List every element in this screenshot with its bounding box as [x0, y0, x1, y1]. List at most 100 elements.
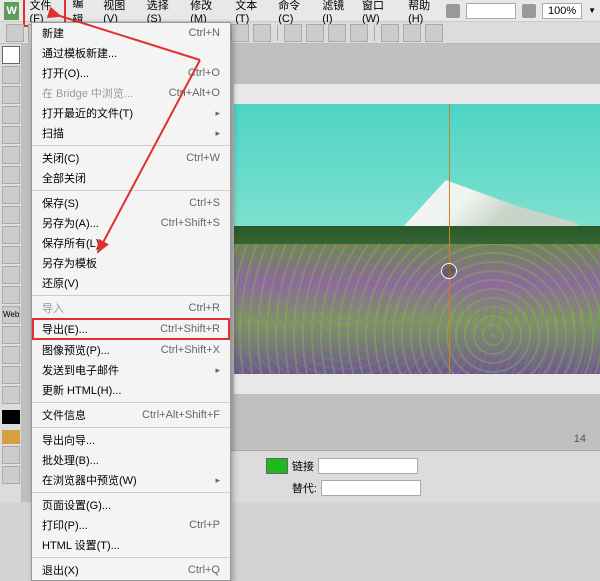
menu-item-label: 发送到电子邮件: [42, 362, 119, 378]
link-input[interactable]: [318, 458, 418, 474]
menu-item[interactable]: 还原(V): [32, 273, 230, 293]
menu-item-label: 更新 HTML(H)...: [42, 382, 121, 398]
menu-item[interactable]: 图像预览(P)...Ctrl+Shift+X: [32, 340, 230, 360]
menu-item[interactable]: 保存所有(L): [32, 233, 230, 253]
menu-filters[interactable]: 滤镜(I): [316, 0, 356, 25]
brush-tool[interactable]: [2, 146, 20, 164]
menu-item-label: 通过模板新建...: [42, 45, 117, 61]
menu-item-label: 另存为模板: [42, 255, 97, 271]
menu-item[interactable]: 页面设置(G)...: [32, 495, 230, 515]
mode-btn[interactable]: [2, 466, 20, 484]
wand-tool[interactable]: [2, 106, 20, 124]
menu-text[interactable]: 文本(T): [229, 0, 272, 25]
canvas[interactable]: [234, 84, 600, 394]
menu-item-shortcut: Ctrl+Alt+O: [169, 87, 220, 99]
menu-item-label: 新建: [42, 25, 64, 41]
menu-item[interactable]: 打开(O)...Ctrl+O: [32, 63, 230, 83]
file-menu-dropdown: 新建 Ctrl+N 通过模板新建... 打开(O)...Ctrl+O 在 Bridge …: [31, 22, 231, 581]
shape-tool[interactable]: [2, 346, 20, 364]
menu-help[interactable]: 帮助(H): [402, 0, 446, 25]
menu-item[interactable]: 退出(X)Ctrl+Q: [32, 560, 230, 580]
tool-btn[interactable]: [6, 24, 24, 42]
eyedropper-tool[interactable]: [2, 366, 20, 384]
menu-item[interactable]: 全部关闭: [32, 168, 230, 188]
menu-select[interactable]: 选择(S): [141, 0, 184, 25]
tool-btn[interactable]: [403, 24, 421, 42]
menu-item[interactable]: 扫描: [32, 123, 230, 143]
color-swatch[interactable]: [266, 458, 288, 474]
menu-item[interactable]: 保存(S)Ctrl+S: [32, 193, 230, 213]
menu-item[interactable]: 在浏览器中预览(W): [32, 470, 230, 490]
menu-item[interactable]: 更新 HTML(H)...: [32, 380, 230, 400]
subselect-tool[interactable]: [2, 66, 20, 84]
menu-item-label: 导出(E)...: [42, 321, 88, 337]
menu-item-shortcut: Ctrl+P: [189, 519, 220, 531]
web-tool[interactable]: Web: [2, 306, 20, 324]
background-swatch[interactable]: [2, 430, 20, 444]
menu-item-label: 打开(O)...: [42, 65, 89, 81]
menu-item: 导入Ctrl+R: [32, 298, 230, 318]
tool-btn[interactable]: [253, 24, 271, 42]
search-input[interactable]: [466, 3, 516, 19]
menu-item-label: 退出(X): [42, 562, 79, 578]
menu-item[interactable]: 导出向导...: [32, 430, 230, 450]
gradient-tool[interactable]: [2, 266, 20, 284]
pencil-tool[interactable]: [2, 166, 20, 184]
menu-item-label: 文件信息: [42, 407, 86, 423]
menu-item-shortcut: Ctrl+S: [189, 197, 220, 209]
foreground-swatch[interactable]: [2, 410, 20, 424]
tool-btn[interactable]: [425, 24, 443, 42]
eraser-tool[interactable]: [2, 186, 20, 204]
menu-item[interactable]: 文件信息Ctrl+Alt+Shift+F: [32, 405, 230, 425]
menu-item[interactable]: 关闭(C)Ctrl+W: [32, 148, 230, 168]
menu-item-shortcut: Ctrl+Shift+R: [160, 323, 220, 335]
menu-item[interactable]: 通过模板新建...: [32, 43, 230, 63]
tool-btn[interactable]: [350, 24, 368, 42]
menu-item-label: 扫描: [42, 125, 64, 141]
blur-tool[interactable]: [2, 206, 20, 224]
menu-item-shortcut: Ctrl+R: [189, 302, 220, 314]
menu-item[interactable]: 另存为模板: [32, 253, 230, 273]
tool-palette: Web: [0, 44, 22, 502]
menu-item[interactable]: HTML 设置(T)...: [32, 535, 230, 555]
menu-item-shortcut: Ctrl+N: [189, 27, 220, 39]
pointer-tool[interactable]: [2, 46, 20, 64]
menu-item[interactable]: 打开最近的文件(T): [32, 103, 230, 123]
menu-item[interactable]: 发送到电子邮件: [32, 360, 230, 380]
zoom-chevron-icon[interactable]: ▼: [588, 6, 596, 15]
menu-item-label: 批处理(B)...: [42, 452, 99, 468]
menu-item-label: 导出向导...: [42, 432, 95, 448]
pen-tool[interactable]: [2, 326, 20, 344]
guide-line[interactable]: [449, 104, 450, 374]
search-icon[interactable]: [522, 4, 536, 18]
tool-btn[interactable]: [284, 24, 302, 42]
text-tool[interactable]: [2, 286, 20, 304]
fill-tool[interactable]: [2, 246, 20, 264]
menu-item-label: 打印(P)...: [42, 517, 88, 533]
tool-btn[interactable]: [231, 24, 249, 42]
menu-item[interactable]: 新建 Ctrl+N: [32, 23, 230, 43]
menu-item[interactable]: 导出(E)... Ctrl+Shift+R: [32, 318, 230, 340]
menu-modify[interactable]: 修改(M): [184, 0, 229, 25]
menu-item[interactable]: 另存为(A)...Ctrl+Shift+S: [32, 213, 230, 233]
menu-commands[interactable]: 命令(C): [272, 0, 316, 25]
tool-btn[interactable]: [328, 24, 346, 42]
crop-tool[interactable]: [2, 86, 20, 104]
layout-icon[interactable]: [446, 4, 460, 18]
lasso-tool[interactable]: [2, 126, 20, 144]
menu-item-label: 保存所有(L): [42, 235, 99, 251]
menu-view[interactable]: 视图(V): [97, 0, 140, 25]
menu-item[interactable]: 打印(P)... Ctrl+P: [32, 515, 230, 535]
menu-item-shortcut: Ctrl+Shift+S: [161, 217, 220, 229]
menu-window[interactable]: 窗口(W): [356, 0, 402, 25]
menu-item[interactable]: 批处理(B)...: [32, 450, 230, 470]
menu-item-label: 在 Bridge 中浏览...: [42, 85, 133, 101]
zoom-select[interactable]: 100%: [542, 3, 582, 19]
mode-btn[interactable]: [2, 446, 20, 464]
stamp-tool[interactable]: [2, 226, 20, 244]
tool-btn[interactable]: [381, 24, 399, 42]
alt-input[interactable]: [321, 480, 421, 496]
hand-tool[interactable]: [2, 386, 20, 404]
menubar: W 文件(F) 编辑 视图(V) 选择(S) 修改(M) 文本(T) 命令(C)…: [0, 0, 600, 22]
tool-btn[interactable]: [306, 24, 324, 42]
